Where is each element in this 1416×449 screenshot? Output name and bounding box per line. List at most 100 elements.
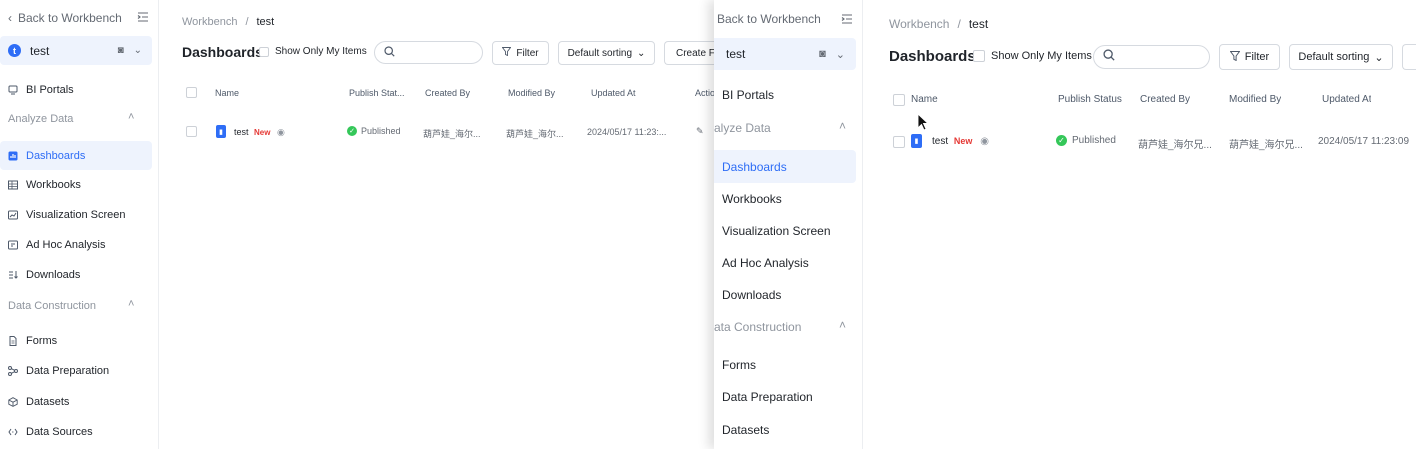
sidebar-item-data-preparation[interactable]: Data Preparation (722, 390, 813, 404)
sidebar-item-ad-hoc-analysis[interactable]: Ad Hoc Analysis (8, 239, 105, 251)
filter-button[interactable]: Filter (492, 41, 549, 65)
sidebar-item-datasets[interactable]: Datasets (722, 423, 769, 437)
search-input[interactable] (1093, 45, 1210, 69)
sorting-dropdown[interactable]: Default sorting ⌄ (558, 41, 655, 65)
space-selector[interactable]: t test ◙ ⌄ (0, 36, 152, 65)
column-name: Name (215, 88, 240, 98)
show-only-my-items-checkbox[interactable]: Show Only My Items (259, 46, 367, 57)
sidebar-item-forms[interactable]: Forms (8, 335, 57, 347)
link-icon (8, 427, 18, 437)
row-updated-at: 2024/05/17 11:23:09 (1318, 136, 1410, 147)
mask-icon[interactable]: ◙ (118, 45, 124, 56)
sidebar-item-data-preparation[interactable]: Data Preparation (8, 365, 109, 377)
sidebar-item-dashboards[interactable]: Dashboards (0, 141, 152, 170)
sidebar-item-ad-hoc-analysis[interactable]: Ad Hoc Analysis (722, 256, 809, 270)
sidebar-item-downloads[interactable]: Downloads (8, 269, 80, 281)
page-title: Dashboards (182, 44, 263, 60)
space-selector[interactable]: test ◙ ⌄ (714, 38, 856, 70)
sidebar-item-dashboards[interactable]: Dashboards (714, 150, 856, 183)
row-created-by: 葫芦娃_海尔兄... (1138, 140, 1212, 151)
page-title: Dashboards (889, 48, 976, 65)
breadcrumb: Workbench / test (889, 17, 989, 31)
column-created-by[interactable]: Created By (1140, 94, 1190, 105)
flow-icon (8, 366, 18, 376)
column-created-by[interactable]: Created By (425, 88, 470, 98)
show-only-my-items-checkbox[interactable]: Show Only My Items (973, 50, 1092, 62)
column-publish-status[interactable]: Publish Status (1058, 94, 1122, 105)
column-modified-by[interactable]: Modified By (508, 88, 555, 98)
breadcrumb: Workbench / test (182, 16, 275, 28)
sidebar-item-workbooks[interactable]: Workbooks (722, 192, 782, 206)
collapse-sidebar-icon[interactable] (841, 12, 853, 30)
create-folder-button[interactable] (1402, 44, 1416, 70)
dashboard-file-icon: ▮ (911, 134, 922, 148)
edit-icon[interactable]: ✎ (696, 126, 704, 137)
group-analyze-data[interactable]: alyze Data ˄ (714, 119, 856, 135)
app-window-left: ‹ Back to Workbench t test ◙ ⌄ BI Portal… (0, 0, 714, 449)
chevron-down-icon[interactable]: ⌄ (134, 45, 142, 56)
sidebar-item-bi-portals[interactable]: BI Portals (8, 83, 74, 97)
row-name[interactable]: test New ◉ (234, 127, 285, 138)
chevron-down-icon: ⌄ (1374, 51, 1384, 64)
published-check-icon: ✓ (347, 126, 357, 136)
column-publish-status[interactable]: Publish Stat... (349, 88, 415, 98)
search-input[interactable] (374, 41, 483, 64)
table-icon (8, 180, 18, 190)
search-field[interactable] (399, 47, 479, 58)
filter-button[interactable]: Filter (1219, 44, 1280, 70)
chevron-up-icon[interactable]: ˄ (839, 119, 846, 133)
row-checkbox[interactable] (893, 136, 905, 148)
create-folder-button[interactable]: Create Fo (664, 41, 714, 65)
main-content: Workbench / test Dashboards Show Only My I… (863, 0, 1416, 449)
group-data-construction[interactable]: ata Construction ˄ (714, 318, 856, 334)
sidebar: ‹ Back to Workbench t test ◙ ⌄ BI Portal… (0, 0, 159, 449)
sidebar-item-datasets[interactable]: Datasets (8, 396, 69, 408)
space-name: test (30, 43, 50, 58)
main-content: Workbench / test Dashboards Show Only My I… (159, 0, 714, 449)
checkbox[interactable] (973, 50, 985, 62)
chevron-up-icon[interactable]: ˄ (839, 318, 846, 332)
row-checkbox[interactable] (186, 126, 197, 137)
eye-icon[interactable]: ◉ (277, 127, 285, 137)
chevron-up-icon[interactable]: ˄ (128, 298, 134, 310)
chevron-down-icon[interactable]: ⌄ (836, 48, 845, 61)
sidebar-item-visualization-screen[interactable]: Visualization Screen (722, 224, 831, 238)
column-actions: Actio (695, 88, 714, 98)
column-updated-at[interactable]: Updated At (591, 88, 636, 98)
sidebar-item-visualization-screen[interactable]: Visualization Screen (8, 209, 125, 221)
column-updated-at[interactable]: Updated At (1322, 94, 1371, 105)
checkbox[interactable] (259, 46, 269, 57)
sidebar: Back to Workbench test ◙ ⌄ BI Portals al… (714, 0, 863, 449)
search-field[interactable] (1119, 51, 1204, 63)
select-all-checkbox[interactable] (893, 94, 905, 106)
row-name[interactable]: test New ◉ (932, 136, 989, 147)
sidebar-item-downloads[interactable]: Downloads (722, 288, 781, 302)
column-modified-by[interactable]: Modified By (1229, 94, 1281, 105)
sidebar-item-bi-portals[interactable]: BI Portals (722, 88, 774, 102)
chevron-up-icon[interactable]: ˄ (128, 111, 134, 123)
sidebar-item-workbooks[interactable]: Workbooks (8, 179, 81, 191)
breadcrumb-root[interactable]: Workbench (182, 16, 237, 28)
sorting-dropdown[interactable]: Default sorting ⌄ (1289, 44, 1393, 70)
cube-icon (8, 397, 18, 407)
row-modified-by: 葫芦娃_海尔兄... (1229, 140, 1303, 151)
sidebar-item-forms[interactable]: Forms (722, 358, 756, 372)
back-to-workbench-link[interactable]: ‹ Back to Workbench (8, 11, 122, 25)
dashboard-icon (8, 151, 18, 161)
row-status: ✓ Published (347, 126, 401, 136)
search-icon (384, 44, 395, 62)
group-analyze-data[interactable]: Analyze Data ˄ (8, 111, 148, 125)
collapse-sidebar-icon[interactable] (137, 10, 149, 28)
chart-screen-icon (8, 210, 18, 220)
breadcrumb-root[interactable]: Workbench (889, 17, 949, 31)
column-name: Name (911, 94, 938, 105)
new-badge: New (254, 128, 271, 137)
published-check-icon: ✓ (1056, 135, 1067, 146)
select-all-checkbox[interactable] (186, 87, 197, 98)
sidebar-item-data-sources[interactable]: Data Sources (8, 426, 93, 438)
mask-icon[interactable]: ◙ (819, 48, 826, 60)
mouse-pointer-icon (917, 113, 929, 131)
group-data-construction[interactable]: Data Construction ˄ (8, 298, 148, 312)
eye-icon[interactable]: ◉ (980, 136, 989, 147)
back-to-workbench-link[interactable]: Back to Workbench (717, 12, 821, 26)
